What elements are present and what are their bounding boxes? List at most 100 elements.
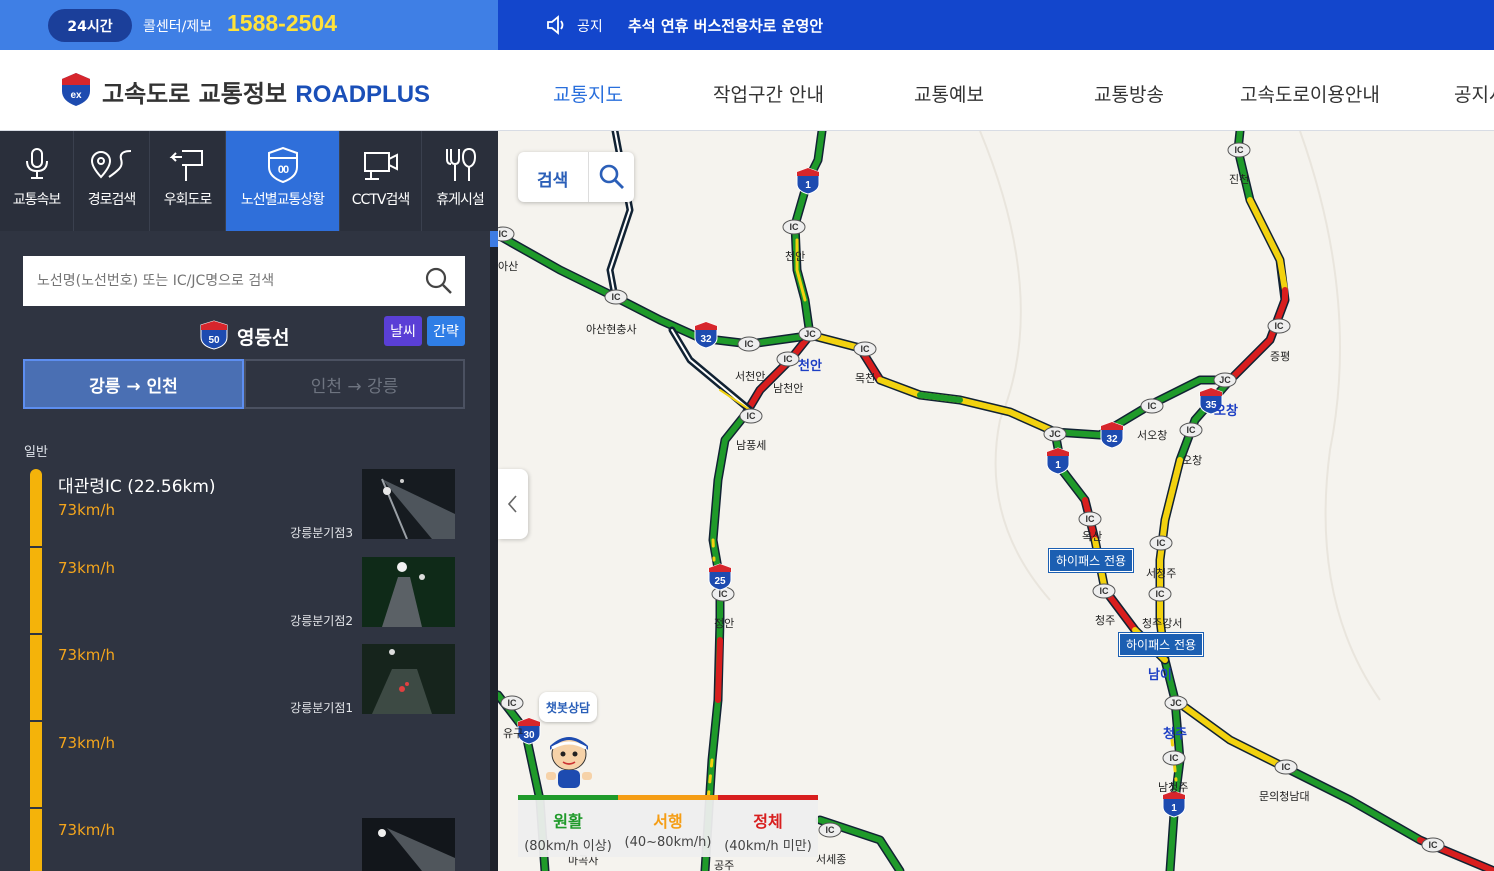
cctv-thumbnail[interactable] bbox=[362, 557, 455, 627]
logo-brand: ROADPLUS bbox=[295, 81, 431, 108]
svg-text:JC: JC bbox=[1170, 698, 1182, 708]
sidebar-scrollbar[interactable] bbox=[490, 231, 498, 871]
direction-gangneung-incheon[interactable]: 강릉 → 인천 bbox=[23, 359, 244, 409]
cctv-thumbnail[interactable] bbox=[362, 818, 455, 871]
legend-sub: (80km/h 이상) bbox=[524, 839, 612, 854]
cctv-label: 강릉분기점3 bbox=[290, 526, 353, 540]
svg-text:1: 1 bbox=[805, 180, 811, 191]
tab-label: 노선별교통상황 bbox=[240, 192, 325, 208]
search-icon[interactable] bbox=[598, 163, 626, 191]
map-label: 남천안 bbox=[773, 382, 804, 395]
ic-marker: IC bbox=[498, 226, 515, 242]
chevron-left-icon bbox=[507, 495, 517, 513]
callcenter-phone[interactable]: 1588-2504 bbox=[227, 10, 337, 37]
legend-sub: (40km/h 미만) bbox=[724, 839, 812, 854]
map-label: 아산 bbox=[498, 260, 519, 273]
traffic-map[interactable]: IC IC IC JC IC IC IC IC JC IC JC IC IC I… bbox=[498, 131, 1494, 871]
route-shield-icon: 50 bbox=[200, 320, 228, 350]
detour-sign-icon bbox=[169, 150, 203, 181]
legend-slow: 서행 (40~80km/h) bbox=[618, 795, 718, 857]
tab-route-search[interactable]: 경로검색 bbox=[74, 131, 150, 231]
legend-title: 원활 bbox=[553, 812, 583, 831]
map-label: 청주강서 bbox=[1142, 617, 1183, 630]
cctv-icon bbox=[363, 152, 398, 180]
map-label: 문의청남대 bbox=[1259, 790, 1310, 803]
legend-title: 정체 bbox=[753, 812, 783, 831]
nav-traffic-map[interactable]: 교통지도 bbox=[553, 80, 623, 107]
cctv-label: 강릉분기점1 bbox=[290, 701, 353, 715]
tab-rest-area[interactable]: 휴게시설 bbox=[422, 131, 498, 231]
svg-text:JC: JC bbox=[1219, 375, 1231, 385]
map-label: 서세종 bbox=[816, 853, 847, 866]
svg-text:ex: ex bbox=[70, 90, 82, 101]
route-search-input[interactable] bbox=[23, 256, 465, 306]
svg-text:IC: IC bbox=[1275, 321, 1285, 331]
tab-route-traffic[interactable]: 00 노선별교통상황 bbox=[226, 131, 340, 231]
nav-work-zones[interactable]: 작업구간 안내 bbox=[713, 80, 824, 107]
segment-speed: 73km/h bbox=[58, 501, 115, 519]
route-shield-icon: 00 bbox=[267, 147, 298, 183]
chatbot-bubble[interactable]: 챗봇상담 bbox=[539, 692, 597, 722]
fork-knife-icon bbox=[446, 147, 477, 181]
svg-text:30: 30 bbox=[523, 730, 535, 741]
map-label-jc: 천안 bbox=[798, 359, 822, 374]
direction-incheon-gangneung[interactable]: 인천 → 강릉 bbox=[244, 359, 465, 409]
svg-text:JC: JC bbox=[804, 329, 816, 339]
divider bbox=[588, 152, 589, 202]
tab-traffic-news[interactable]: 교통속보 bbox=[0, 131, 74, 231]
nav-notice[interactable]: 공지사 bbox=[1454, 80, 1494, 107]
map-label: 정안 bbox=[714, 617, 735, 630]
search-icon[interactable] bbox=[424, 266, 454, 296]
svg-text:IC: IC bbox=[826, 825, 836, 835]
segment-speed: 73km/h bbox=[58, 646, 115, 664]
chatbot-mascot-icon[interactable] bbox=[538, 730, 600, 792]
svg-text:IC: IC bbox=[1100, 586, 1110, 596]
map-label: 진천 bbox=[1229, 173, 1250, 186]
site-logo[interactable]: 고속도로 교통정보 ROADPLUS bbox=[102, 74, 430, 109]
svg-text:IC: IC bbox=[790, 222, 800, 232]
simple-view-button[interactable]: 간략 bbox=[427, 316, 465, 346]
map-label: 천안 bbox=[785, 250, 806, 263]
weather-button[interactable]: 날씨 bbox=[384, 316, 422, 346]
road-network: IC IC IC JC IC IC IC IC JC IC JC IC IC I… bbox=[498, 131, 1494, 871]
legend-title: 서행 bbox=[653, 812, 683, 831]
svg-text:IC: IC bbox=[1282, 762, 1292, 772]
svg-text:1: 1 bbox=[1171, 803, 1177, 814]
segment-divider bbox=[30, 546, 42, 548]
legend-congested: 정체 (40km/h 미만) bbox=[718, 795, 818, 857]
nav-broadcast[interactable]: 교통방송 bbox=[1094, 80, 1164, 107]
tab-label: 교통속보 bbox=[12, 192, 62, 208]
svg-text:IC: IC bbox=[1170, 753, 1180, 763]
map-label: 유구 bbox=[503, 727, 524, 740]
map-label: 증평 bbox=[1270, 350, 1291, 363]
cctv-thumbnail[interactable] bbox=[362, 469, 455, 539]
map-label: 청주 bbox=[1095, 614, 1116, 627]
svg-text:IC: IC bbox=[784, 354, 794, 364]
tab-cctv-search[interactable]: CCTV검색 bbox=[340, 131, 422, 231]
map-label: 서청주 bbox=[1146, 567, 1177, 580]
map-label-jc: 남이 bbox=[1148, 668, 1172, 683]
svg-text:IC: IC bbox=[719, 589, 729, 599]
svg-text:IC: IC bbox=[612, 292, 622, 302]
tab-label: 휴게시설 bbox=[436, 192, 485, 208]
tab-detour[interactable]: 우회도로 bbox=[150, 131, 226, 231]
microphone-icon bbox=[25, 148, 48, 179]
nav-highway-guide[interactable]: 고속도로이용안내 bbox=[1240, 80, 1380, 107]
route-number: 50 bbox=[208, 335, 220, 346]
svg-text:JC: JC bbox=[1049, 429, 1061, 439]
nav-forecast[interactable]: 교통예보 bbox=[914, 80, 984, 107]
topbar-callcenter: 24시간 콜센터/제보 1588-2504 bbox=[0, 0, 498, 50]
svg-text:IC: IC bbox=[1429, 840, 1439, 850]
svg-text:25: 25 bbox=[714, 576, 726, 587]
sidebar-collapse-button[interactable] bbox=[498, 469, 528, 539]
svg-text:IC: IC bbox=[747, 411, 757, 421]
cctv-thumbnail[interactable] bbox=[362, 644, 455, 714]
segment-ic-name[interactable]: 대관령IC (22.56km) bbox=[58, 472, 216, 497]
badge-24h: 24시간 bbox=[48, 9, 132, 42]
segment-speed: 73km/h bbox=[58, 821, 115, 839]
notice-text[interactable]: 추석 연휴 버스전용차로 운영안 bbox=[628, 15, 823, 36]
tab-label: 우회도로 bbox=[163, 192, 213, 208]
map-search-label[interactable]: 검색 bbox=[537, 166, 568, 191]
callcenter-label: 콜센터/제보 bbox=[143, 19, 213, 35]
scrollbar-thumb[interactable] bbox=[490, 231, 498, 247]
